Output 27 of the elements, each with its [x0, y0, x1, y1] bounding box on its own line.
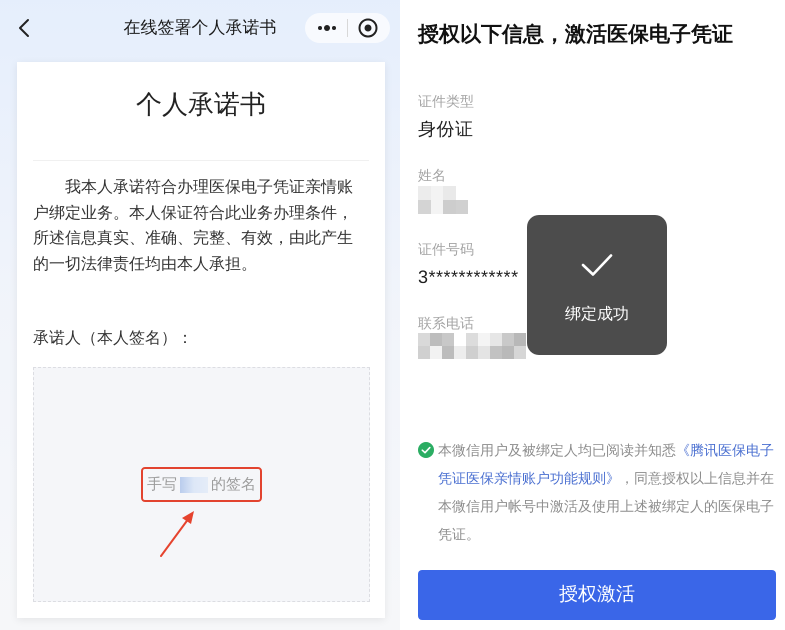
target-icon[interactable]	[358, 18, 378, 38]
check-circle-icon[interactable]	[418, 442, 434, 458]
page-heading: 授权以下信息，激活医保电子凭证	[418, 22, 733, 48]
signer-label: 承诺人（本人签名）：	[33, 328, 193, 349]
field-label: 联系电话	[418, 314, 474, 333]
pixelated-redaction-drawing	[418, 186, 468, 214]
field-value: 3************	[418, 266, 519, 289]
blurred-redaction-block	[180, 476, 208, 492]
signature-hint: 手写	[147, 474, 177, 494]
document-title: 个人承诺书	[135, 88, 267, 121]
back-chevron-icon[interactable]	[18, 18, 30, 38]
consent-text: 本微信用户及被绑定人均已阅读并知悉《腾讯医保电子 凭证医保亲情账户功能规则》，同意授权以上信息并在本微信用户帐号中激活及使用上述被绑定人的医保电子凭证。	[438, 441, 775, 544]
checkmark-icon	[581, 253, 613, 277]
field-label: 证件号码	[418, 240, 474, 259]
commitment-text: 我本人承诺符合办理医保电子凭证亲情账户绑定业务。本人保证符合此业务办理条件，所述信息真实、准确、完整、有效，由此产生的一切法律责任均由本人承担。	[33, 178, 354, 274]
toast-message: 绑定成功	[565, 304, 629, 325]
rules-link[interactable]: 凭证医保亲情账户功能规则》	[438, 470, 620, 486]
rules-link[interactable]: 《腾讯医保电子	[676, 442, 774, 458]
annotation-arrow	[160, 510, 195, 557]
signature-hint: 的签名	[211, 474, 256, 494]
field-label: 姓名	[418, 166, 446, 185]
field-label: 证件类型	[418, 92, 474, 111]
authorize-button[interactable]: 授权激活	[418, 570, 776, 620]
signature-pad[interactable]: 手写 的签名	[33, 367, 370, 602]
more-dots-icon[interactable]	[317, 24, 337, 30]
field-value: 身份证	[418, 118, 474, 141]
nav-title: 在线签署个人承诺书	[124, 16, 276, 38]
